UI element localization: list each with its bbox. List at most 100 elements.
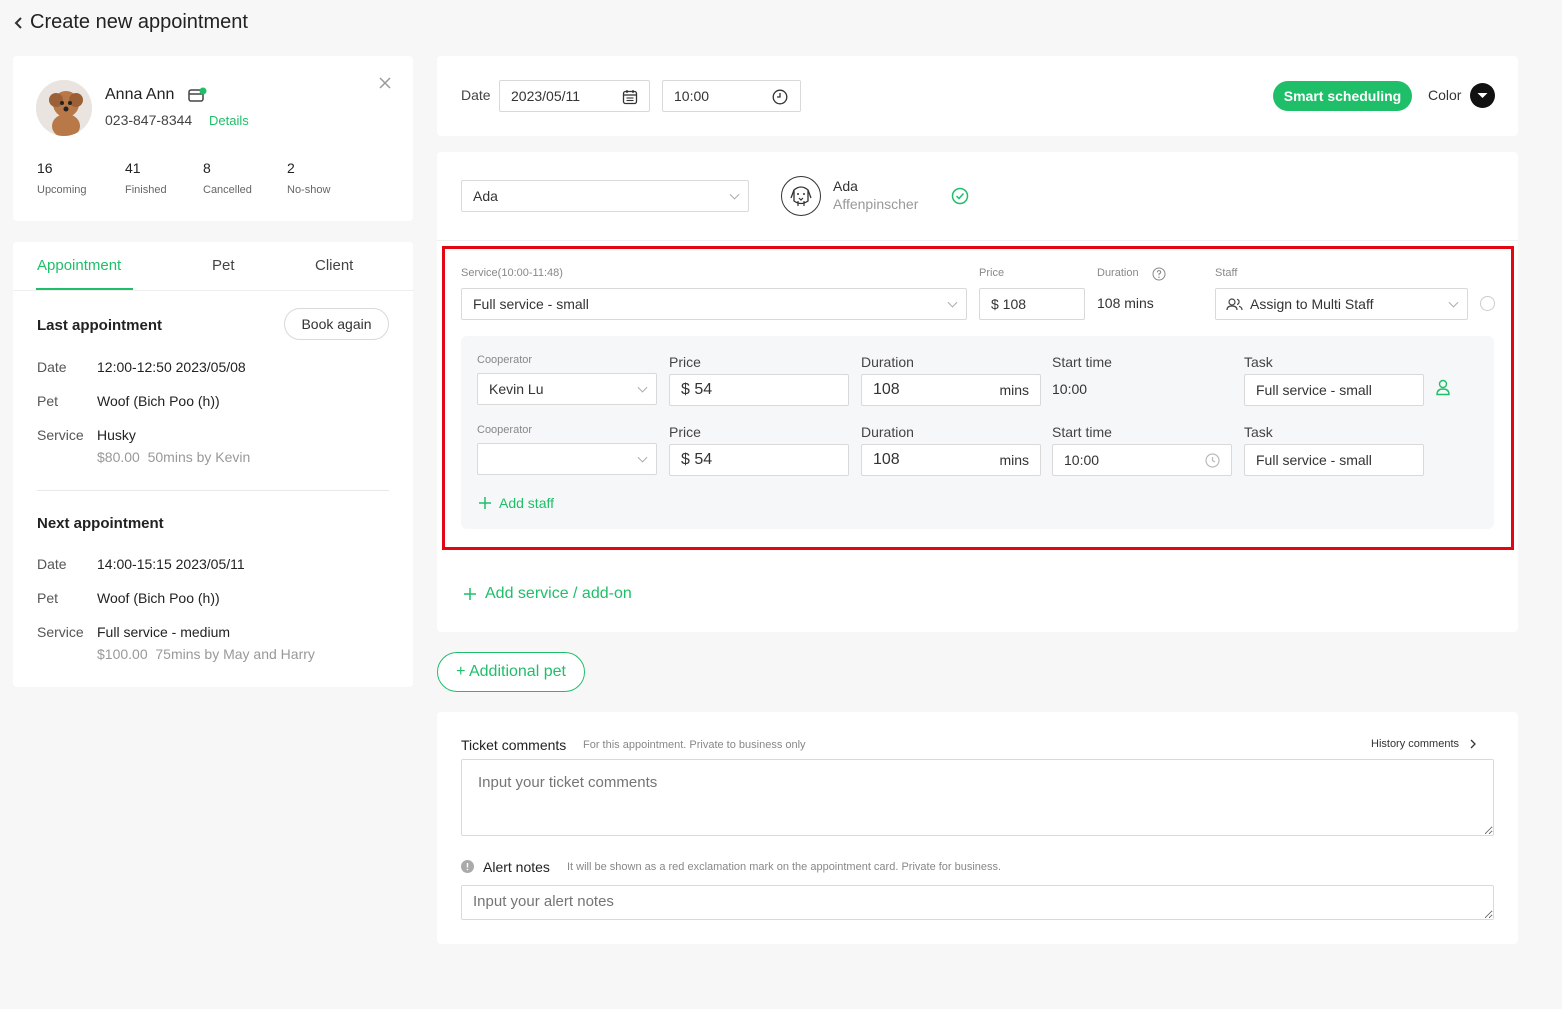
additional-pet-button[interactable]: + Additional pet	[437, 652, 585, 692]
cooperator-label-2: Cooperator	[477, 424, 533, 436]
tab-client[interactable]: Client	[315, 257, 353, 274]
duration-value: 108 mins	[1097, 295, 1154, 311]
duration-value-2: 108	[873, 451, 900, 468]
chevron-down-icon	[947, 297, 958, 308]
staff-panel	[461, 336, 1494, 529]
task-input-2[interactable]: Full service - small	[1244, 444, 1424, 476]
alert-info-icon	[461, 860, 474, 873]
tab-appointment[interactable]: Appointment	[37, 257, 121, 274]
service-label: Service(10:00-11:48)	[461, 267, 563, 279]
cooperator-label-1: Cooperator	[477, 354, 533, 366]
details-link[interactable]: Details	[209, 113, 249, 128]
history-comments-link[interactable]: History comments	[1371, 738, 1479, 750]
last-pet-label: Pet	[37, 393, 59, 409]
stat-noshow-value: 2	[287, 160, 295, 176]
smart-scheduling-button[interactable]: Smart scheduling	[1273, 81, 1412, 111]
staff-select[interactable]: Assign to Multi Staff	[1215, 288, 1468, 320]
stat-upcoming-label: Upcoming	[37, 184, 87, 196]
history-comments-label: History comments	[1371, 738, 1460, 750]
plus-icon	[479, 497, 491, 509]
start-time-label-2: Start time	[1052, 424, 1112, 440]
duration-unit-1: mins	[999, 382, 1029, 398]
price-label: Price	[979, 267, 1005, 279]
next-service-label: Service	[37, 624, 84, 640]
chevron-down-icon	[637, 382, 648, 393]
add-staff-label: Add staff	[499, 495, 555, 511]
close-icon[interactable]	[378, 76, 392, 90]
price-value-1: $ 54	[681, 381, 713, 398]
price-input-1[interactable]: $ 54	[669, 374, 849, 406]
duration-input-1[interactable]: 108 mins	[861, 374, 1041, 406]
duration-input-2[interactable]: 108 mins	[861, 444, 1041, 476]
pet-breed: Affenpinscher	[833, 196, 919, 212]
date-input[interactable]: 2023/05/11	[499, 80, 650, 112]
duration-label-2: Duration	[861, 424, 914, 440]
back-icon[interactable]	[12, 16, 26, 30]
price-value: $ 108	[991, 296, 1027, 312]
client-avatar	[36, 80, 92, 136]
time-value: 10:00	[674, 88, 710, 104]
ticket-comments-hint: For this appointment. Private to busines…	[583, 739, 806, 751]
stat-finished-label: Finished	[125, 184, 167, 196]
cooperator-select-2[interactable]	[477, 443, 657, 475]
chevron-down-icon	[637, 452, 648, 463]
client-phone: 023-847-8344	[105, 112, 193, 128]
start-time-value-2: 10:00	[1064, 452, 1100, 468]
start-time-value-1: 10:00	[1052, 381, 1088, 397]
check-circle-icon	[951, 187, 969, 205]
service-select-value: Full service - small	[473, 296, 589, 312]
help-icon[interactable]	[1152, 267, 1166, 281]
tab-pet[interactable]: Pet	[212, 257, 235, 274]
color-label: Color	[1428, 87, 1462, 103]
task-value-2: Full service - small	[1256, 452, 1372, 468]
next-service-value: Full service - medium	[97, 624, 231, 640]
price-value-2: $ 54	[681, 451, 713, 468]
pet-avatar	[781, 176, 821, 216]
clock-icon	[772, 89, 788, 105]
task-label-1: Task	[1244, 354, 1273, 370]
task-value-1: Full service - small	[1256, 382, 1372, 398]
price-input[interactable]: $ 108	[979, 288, 1085, 320]
start-time-input-2[interactable]: 10:00	[1052, 444, 1232, 476]
service-select[interactable]: Full service - small	[461, 288, 967, 320]
stat-cancelled-label: Cancelled	[203, 184, 252, 196]
add-service-label: Add service / add-on	[485, 585, 632, 602]
stat-noshow-label: No-show	[287, 184, 331, 196]
last-pet-value: Woof (Bich Poo (h))	[97, 393, 220, 409]
last-service-label: Service	[37, 427, 84, 443]
next-date-value: 14:00-15:15 2023/05/11	[97, 556, 245, 572]
divider	[437, 240, 1518, 241]
price-input-2[interactable]: $ 54	[669, 444, 849, 476]
last-date-label: Date	[37, 359, 67, 375]
pet-select-value: Ada	[473, 188, 498, 204]
user-icon[interactable]	[1435, 379, 1451, 396]
duration-unit-2: mins	[999, 452, 1029, 468]
date-label: Date	[461, 87, 491, 103]
page-title: Create new appointment	[30, 11, 248, 33]
add-staff-button[interactable]: Add staff	[478, 493, 554, 513]
history-card: Appointment Pet Client Last appointment …	[13, 242, 413, 687]
ticket-comments-input[interactable]	[461, 759, 1494, 836]
duration-label: Duration	[1097, 267, 1139, 279]
chevron-down-icon	[729, 189, 740, 200]
remove-service-icon[interactable]	[1480, 296, 1495, 311]
cooperator-select-1[interactable]: Kevin Lu	[477, 373, 657, 405]
add-service-button[interactable]: Add service / add-on	[463, 583, 632, 605]
pet-select[interactable]: Ada	[461, 180, 749, 212]
book-again-button[interactable]: Book again	[284, 308, 389, 340]
task-input-1[interactable]: Full service - small	[1244, 374, 1424, 406]
pet-name: Ada	[833, 178, 858, 194]
calendar-icon	[622, 89, 638, 105]
alert-notes-input[interactable]	[461, 885, 1494, 920]
card-icon[interactable]	[188, 87, 208, 103]
next-pet-value: Woof (Bich Poo (h))	[97, 590, 220, 606]
plus-icon	[464, 588, 476, 600]
duration-label-1: Duration	[861, 354, 914, 370]
alert-notes-hint: It will be shown as a red exclamation ma…	[567, 861, 1002, 873]
color-picker[interactable]	[1470, 83, 1495, 108]
cooperator-value-1: Kevin Lu	[489, 381, 544, 397]
comments-card: Ticket comments For this appointment. Pr…	[437, 712, 1518, 944]
pet-service-card: Ada Ada Affenpinscher Service(10:00-11:4…	[437, 152, 1518, 632]
time-input[interactable]: 10:00	[662, 80, 801, 112]
client-name: Anna Ann	[105, 86, 175, 103]
